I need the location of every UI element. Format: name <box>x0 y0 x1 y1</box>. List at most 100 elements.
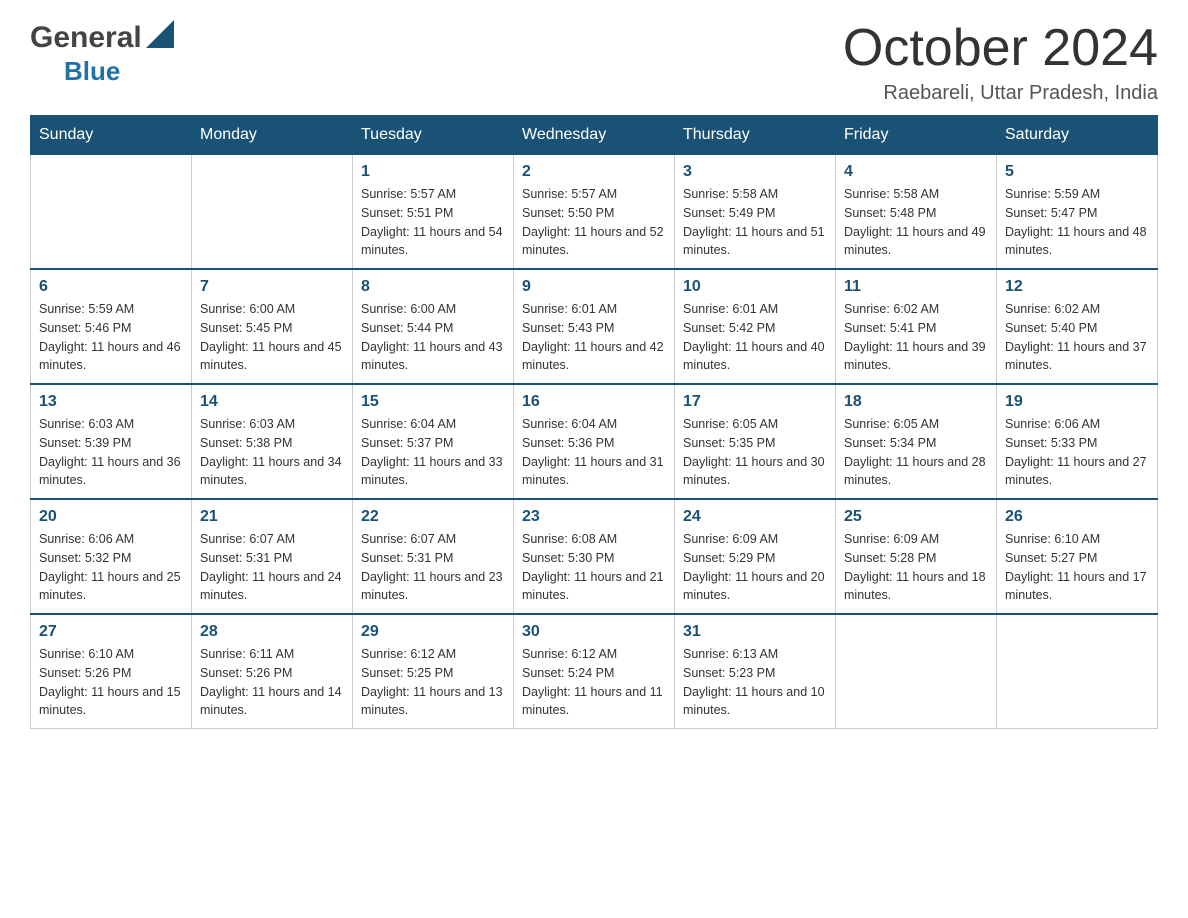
table-row: 23Sunrise: 6:08 AMSunset: 5:30 PMDayligh… <box>514 499 675 614</box>
col-monday: Monday <box>192 116 353 155</box>
day-info: Sunrise: 6:03 AMSunset: 5:39 PMDaylight:… <box>39 415 183 490</box>
logo-arrow-icon <box>146 20 174 56</box>
day-info: Sunrise: 6:12 AMSunset: 5:25 PMDaylight:… <box>361 645 505 720</box>
table-row: 13Sunrise: 6:03 AMSunset: 5:39 PMDayligh… <box>31 384 192 499</box>
day-number: 21 <box>200 508 344 526</box>
day-info: Sunrise: 5:58 AMSunset: 5:49 PMDaylight:… <box>683 185 827 260</box>
day-info: Sunrise: 6:13 AMSunset: 5:23 PMDaylight:… <box>683 645 827 720</box>
day-info: Sunrise: 6:00 AMSunset: 5:45 PMDaylight:… <box>200 300 344 375</box>
day-number: 5 <box>1005 163 1149 181</box>
day-info: Sunrise: 6:11 AMSunset: 5:26 PMDaylight:… <box>200 645 344 720</box>
day-number: 28 <box>200 623 344 641</box>
day-info: Sunrise: 6:04 AMSunset: 5:37 PMDaylight:… <box>361 415 505 490</box>
table-row: 30Sunrise: 6:12 AMSunset: 5:24 PMDayligh… <box>514 614 675 729</box>
day-number: 26 <box>1005 508 1149 526</box>
day-number: 16 <box>522 393 666 411</box>
calendar-week-row: 27Sunrise: 6:10 AMSunset: 5:26 PMDayligh… <box>31 614 1158 729</box>
table-row: 19Sunrise: 6:06 AMSunset: 5:33 PMDayligh… <box>997 384 1158 499</box>
day-number: 6 <box>39 278 183 296</box>
table-row <box>31 155 192 270</box>
day-info: Sunrise: 6:09 AMSunset: 5:29 PMDaylight:… <box>683 530 827 605</box>
logo-general-text: General <box>30 21 142 55</box>
day-number: 15 <box>361 393 505 411</box>
table-row: 12Sunrise: 6:02 AMSunset: 5:40 PMDayligh… <box>997 269 1158 384</box>
col-friday: Friday <box>836 116 997 155</box>
table-row: 16 Sunrise: 6:04 AMSunset: 5:36 PMDayligh… <box>514 384 675 499</box>
calendar-week-row: 20 Sunrise: 6:06 AMSunset: 5:32 PMDayligh… <box>31 499 1158 614</box>
day-info: Sunrise: 6:01 AMSunset: 5:43 PMDaylight:… <box>522 300 666 375</box>
page-header: General Blue October 2024 Raebareli, Utt… <box>30 20 1158 105</box>
day-number: 7 <box>200 278 344 296</box>
day-number: 4 <box>844 163 988 181</box>
day-number: 29 <box>361 623 505 641</box>
calendar-week-row: 6 Sunrise: 5:59 AMSunset: 5:46 PMDaylight… <box>31 269 1158 384</box>
day-number: 22 <box>361 508 505 526</box>
day-info: Sunrise: 6:09 AMSunset: 5:28 PMDaylight:… <box>844 530 988 605</box>
table-row: 20 Sunrise: 6:06 AMSunset: 5:32 PMDayligh… <box>31 499 192 614</box>
logo-blue-text: Blue <box>64 56 120 86</box>
table-row <box>836 614 997 729</box>
day-number: 20 <box>39 508 183 526</box>
table-row: 27Sunrise: 6:10 AMSunset: 5:26 PMDayligh… <box>31 614 192 729</box>
day-info: Sunrise: 5:57 AMSunset: 5:51 PMDaylight:… <box>361 185 505 260</box>
day-info: Sunrise: 6:08 AMSunset: 5:30 PMDaylight:… <box>522 530 666 605</box>
table-row: 6 Sunrise: 5:59 AMSunset: 5:46 PMDaylight… <box>31 269 192 384</box>
day-info: Sunrise: 6:02 AMSunset: 5:41 PMDaylight:… <box>844 300 988 375</box>
day-number: 30 <box>522 623 666 641</box>
day-number: 24 <box>683 508 827 526</box>
day-info: Sunrise: 6:07 AMSunset: 5:31 PMDaylight:… <box>200 530 344 605</box>
logo: General Blue <box>30 20 178 87</box>
table-row: 18 Sunrise: 6:05 AMSunset: 5:34 PMDayligh… <box>836 384 997 499</box>
day-number: 3 <box>683 163 827 181</box>
calendar-week-row: 1 Sunrise: 5:57 AMSunset: 5:51 PMDaylight… <box>31 155 1158 270</box>
month-year-title: October 2024 <box>843 20 1158 77</box>
col-thursday: Thursday <box>675 116 836 155</box>
day-number: 18 <box>844 393 988 411</box>
day-info: Sunrise: 5:57 AMSunset: 5:50 PMDaylight:… <box>522 185 666 260</box>
day-info: Sunrise: 6:00 AMSunset: 5:44 PMDaylight:… <box>361 300 505 375</box>
day-info: Sunrise: 6:06 AMSunset: 5:33 PMDaylight:… <box>1005 415 1149 490</box>
day-number: 2 <box>522 163 666 181</box>
table-row: 2 Sunrise: 5:57 AMSunset: 5:50 PMDaylight… <box>514 155 675 270</box>
calendar-table: Sunday Monday Tuesday Wednesday Thursday… <box>30 115 1158 729</box>
day-info: Sunrise: 6:07 AMSunset: 5:31 PMDaylight:… <box>361 530 505 605</box>
table-row: 15 Sunrise: 6:04 AMSunset: 5:37 PMDayligh… <box>353 384 514 499</box>
table-row: 7 Sunrise: 6:00 AMSunset: 5:45 PMDaylight… <box>192 269 353 384</box>
day-number: 9 <box>522 278 666 296</box>
day-number: 8 <box>361 278 505 296</box>
table-row: 1 Sunrise: 5:57 AMSunset: 5:51 PMDaylight… <box>353 155 514 270</box>
table-row: 26 Sunrise: 6:10 AMSunset: 5:27 PMDayligh… <box>997 499 1158 614</box>
day-number: 25 <box>844 508 988 526</box>
day-info: Sunrise: 6:03 AMSunset: 5:38 PMDaylight:… <box>200 415 344 490</box>
table-row: 8 Sunrise: 6:00 AMSunset: 5:44 PMDaylight… <box>353 269 514 384</box>
table-row: 25 Sunrise: 6:09 AMSunset: 5:28 PMDayligh… <box>836 499 997 614</box>
day-number: 17 <box>683 393 827 411</box>
day-info: Sunrise: 5:59 AMSunset: 5:46 PMDaylight:… <box>39 300 183 375</box>
table-row <box>192 155 353 270</box>
table-row: 24 Sunrise: 6:09 AMSunset: 5:29 PMDayligh… <box>675 499 836 614</box>
table-row: 29 Sunrise: 6:12 AMSunset: 5:25 PMDayligh… <box>353 614 514 729</box>
day-info: Sunrise: 5:58 AMSunset: 5:48 PMDaylight:… <box>844 185 988 260</box>
day-info: Sunrise: 5:59 AMSunset: 5:47 PMDaylight:… <box>1005 185 1149 260</box>
day-info: Sunrise: 6:05 AMSunset: 5:34 PMDaylight:… <box>844 415 988 490</box>
title-section: October 2024 Raebareli, Uttar Pradesh, I… <box>843 20 1158 105</box>
day-info: Sunrise: 6:06 AMSunset: 5:32 PMDaylight:… <box>39 530 183 605</box>
header-row: Sunday Monday Tuesday Wednesday Thursday… <box>31 116 1158 155</box>
day-info: Sunrise: 6:04 AMSunset: 5:36 PMDaylight:… <box>522 415 666 490</box>
table-row: 5 Sunrise: 5:59 AMSunset: 5:47 PMDaylight… <box>997 155 1158 270</box>
day-info: Sunrise: 6:10 AMSunset: 5:26 PMDaylight:… <box>39 645 183 720</box>
day-number: 1 <box>361 163 505 181</box>
table-row: 9 Sunrise: 6:01 AMSunset: 5:43 PMDaylight… <box>514 269 675 384</box>
day-info: Sunrise: 6:01 AMSunset: 5:42 PMDaylight:… <box>683 300 827 375</box>
location-subtitle: Raebareli, Uttar Pradesh, India <box>843 82 1158 105</box>
day-number: 14 <box>200 393 344 411</box>
day-info: Sunrise: 6:10 AMSunset: 5:27 PMDaylight:… <box>1005 530 1149 605</box>
table-row: 28 Sunrise: 6:11 AMSunset: 5:26 PMDayligh… <box>192 614 353 729</box>
day-number: 12 <box>1005 278 1149 296</box>
table-row: 22 Sunrise: 6:07 AMSunset: 5:31 PMDayligh… <box>353 499 514 614</box>
col-saturday: Saturday <box>997 116 1158 155</box>
table-row: 21 Sunrise: 6:07 AMSunset: 5:31 PMDayligh… <box>192 499 353 614</box>
table-row: 11Sunrise: 6:02 AMSunset: 5:41 PMDayligh… <box>836 269 997 384</box>
table-row: 10Sunrise: 6:01 AMSunset: 5:42 PMDayligh… <box>675 269 836 384</box>
day-number: 31 <box>683 623 827 641</box>
